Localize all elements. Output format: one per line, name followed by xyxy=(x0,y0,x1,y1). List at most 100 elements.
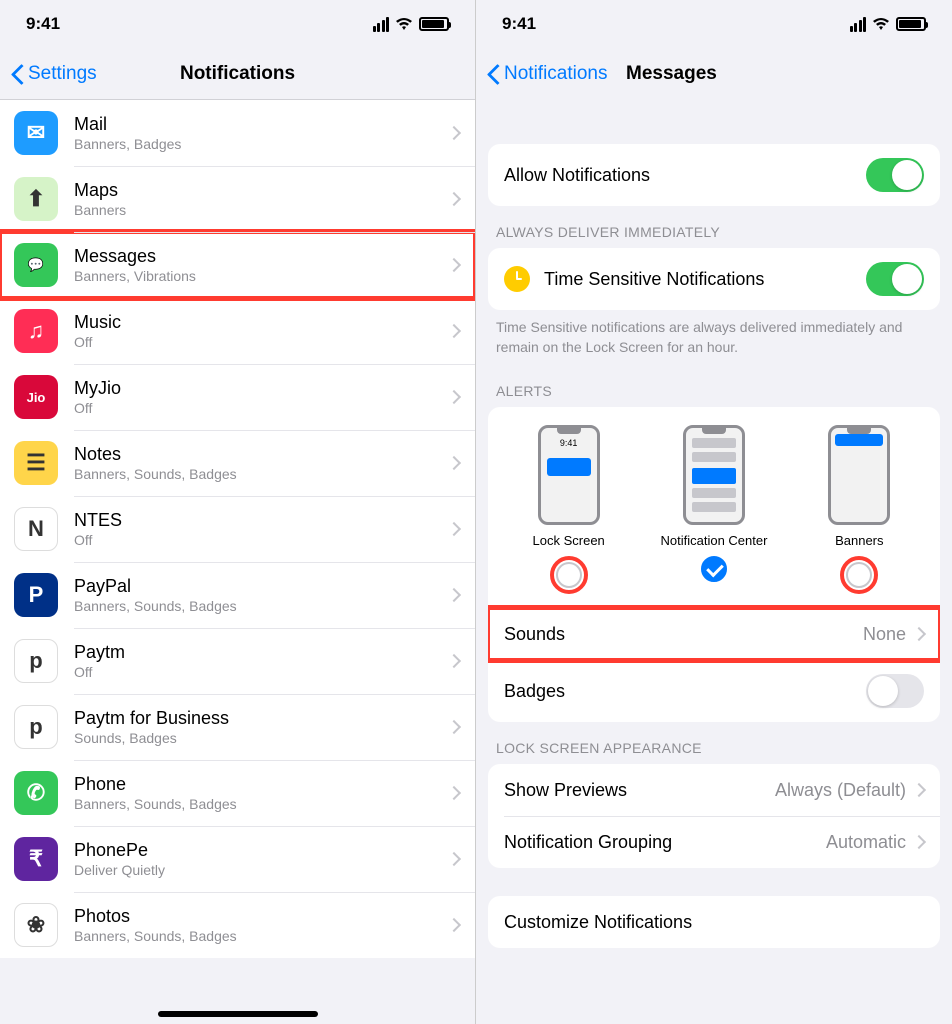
time-sensitive-card: Time Sensitive Notifications xyxy=(488,248,940,310)
lock-screen-label: Lock Screen xyxy=(533,533,605,548)
back-button[interactable]: Settings xyxy=(12,63,97,85)
app-row-maps[interactable]: ⬆ MapsBanners xyxy=(0,166,475,232)
highlight-circle xyxy=(550,556,588,594)
alerts-header: ALERTS xyxy=(476,365,952,407)
allow-card: Allow Notifications xyxy=(488,144,940,206)
app-text: MyJioOff xyxy=(74,378,449,416)
app-name: Photos xyxy=(74,906,449,927)
app-row-paytm-for-business[interactable]: pPaytm for BusinessSounds, Badges xyxy=(0,694,475,760)
home-indicator xyxy=(158,1011,318,1017)
app-name: Paytm for Business xyxy=(74,708,449,729)
app-row-phone[interactable]: ✆ PhoneBanners, Sounds, Badges xyxy=(0,760,475,826)
grouping-value: Automatic xyxy=(826,832,906,853)
time-sensitive-toggle[interactable] xyxy=(866,262,924,296)
customize-card: Customize Notifications xyxy=(488,896,940,948)
app-icon: Jio xyxy=(14,375,58,419)
back-button[interactable]: Notifications xyxy=(488,63,608,85)
time-sensitive-row[interactable]: Time Sensitive Notifications xyxy=(488,248,940,310)
app-sub: Banners, Vibrations xyxy=(74,268,449,284)
notification-center-radio[interactable] xyxy=(701,556,727,582)
chevron-right-icon xyxy=(447,654,461,668)
allow-notifications-row[interactable]: Allow Notifications xyxy=(488,144,940,206)
app-name: Phone xyxy=(74,774,449,795)
chevron-right-icon xyxy=(447,588,461,602)
app-row-photos[interactable]: ❀PhotosBanners, Sounds, Badges xyxy=(0,892,475,958)
notification-grouping-row[interactable]: Notification Grouping Automatic xyxy=(488,816,940,868)
badges-label: Badges xyxy=(504,681,866,702)
badges-toggle[interactable] xyxy=(866,674,924,708)
app-row-notes[interactable]: ☰NotesBanners, Sounds, Badges xyxy=(0,430,475,496)
sounds-row[interactable]: Sounds None xyxy=(488,608,940,660)
chevron-right-icon xyxy=(447,522,461,536)
app-row-mail[interactable]: ✉MailBanners, Badges xyxy=(0,100,475,166)
time-sensitive-label: Time Sensitive Notifications xyxy=(544,269,866,290)
lsa-card: Show Previews Always (Default) Notificat… xyxy=(488,764,940,868)
chevron-right-icon xyxy=(447,258,461,272)
app-text: PaytmOff xyxy=(74,642,449,680)
app-row-music[interactable]: ♫ MusicOff xyxy=(0,298,475,364)
app-row-myjio[interactable]: Jio MyJioOff xyxy=(0,364,475,430)
app-sub: Off xyxy=(74,334,449,350)
app-name: NTES xyxy=(74,510,449,531)
nav-bar: Notifications Messages xyxy=(476,48,952,100)
app-icon: ⬆ xyxy=(14,177,58,221)
chevron-right-icon xyxy=(447,390,461,404)
app-icon: P xyxy=(14,573,58,617)
app-name: PayPal xyxy=(74,576,449,597)
alert-notification-center[interactable]: Notification Center xyxy=(654,425,774,594)
lock-screen-radio[interactable] xyxy=(556,562,582,588)
allow-toggle[interactable] xyxy=(866,158,924,192)
app-row-paypal[interactable]: PPayPalBanners, Sounds, Badges xyxy=(0,562,475,628)
badges-row[interactable]: Badges xyxy=(488,660,940,722)
sounds-value: None xyxy=(863,624,906,645)
show-previews-row[interactable]: Show Previews Always (Default) xyxy=(488,764,940,816)
app-sub: Banners, Sounds, Badges xyxy=(74,796,449,812)
app-sub: Banners, Sounds, Badges xyxy=(74,466,449,482)
chevron-right-icon xyxy=(447,324,461,338)
app-name: MyJio xyxy=(74,378,449,399)
app-sub: Off xyxy=(74,400,449,416)
clock-icon xyxy=(504,266,530,292)
app-icon: ✆ xyxy=(14,771,58,815)
signal-icon xyxy=(373,17,390,32)
chevron-right-icon xyxy=(447,192,461,206)
wifi-icon xyxy=(395,17,413,31)
status-icons xyxy=(850,17,927,32)
highlight-circle xyxy=(840,556,878,594)
app-row-paytm[interactable]: pPaytmOff xyxy=(0,628,475,694)
lock-screen-preview-icon: 9:41 xyxy=(538,425,600,525)
app-row-messages[interactable]: 💬MessagesBanners, Vibrations xyxy=(0,232,475,298)
notification-center-label: Notification Center xyxy=(661,533,768,548)
wifi-icon xyxy=(872,17,890,31)
app-name: Music xyxy=(74,312,449,333)
app-sub: Deliver Quietly xyxy=(74,862,449,878)
chevron-right-icon xyxy=(912,627,926,641)
chevron-right-icon xyxy=(447,918,461,932)
app-row-ntes[interactable]: NNTESOff xyxy=(0,496,475,562)
chevron-right-icon xyxy=(447,126,461,140)
alert-lock-screen[interactable]: 9:41 Lock Screen xyxy=(509,425,629,594)
app-text: MessagesBanners, Vibrations xyxy=(74,246,449,284)
app-sub: Banners, Sounds, Badges xyxy=(74,928,449,944)
allow-label: Allow Notifications xyxy=(504,165,866,186)
right-panel: 9:41 Notifications Messages Allow Notifi… xyxy=(476,0,952,1024)
chevron-right-icon xyxy=(447,456,461,470)
status-time: 9:41 xyxy=(26,14,60,34)
app-icon: ♫ xyxy=(14,309,58,353)
chevron-right-icon xyxy=(912,835,926,849)
customize-row[interactable]: Customize Notifications xyxy=(488,896,940,948)
app-text: MapsBanners xyxy=(74,180,449,218)
app-icon: ✉ xyxy=(14,111,58,155)
app-list: ✉MailBanners, Badges ⬆ MapsBanners 💬Message… xyxy=(0,100,475,958)
app-sub: Sounds, Badges xyxy=(74,730,449,746)
banners-preview-icon xyxy=(828,425,890,525)
status-icons xyxy=(373,17,450,32)
alert-banners[interactable]: Banners xyxy=(799,425,919,594)
status-bar: 9:41 xyxy=(0,0,475,48)
app-row-phonepe[interactable]: ₹PhonePeDeliver Quietly xyxy=(0,826,475,892)
banners-radio[interactable] xyxy=(846,562,872,588)
back-label: Settings xyxy=(28,63,97,85)
app-icon: ☰ xyxy=(14,441,58,485)
battery-icon xyxy=(896,17,926,31)
customize-label: Customize Notifications xyxy=(504,912,924,933)
